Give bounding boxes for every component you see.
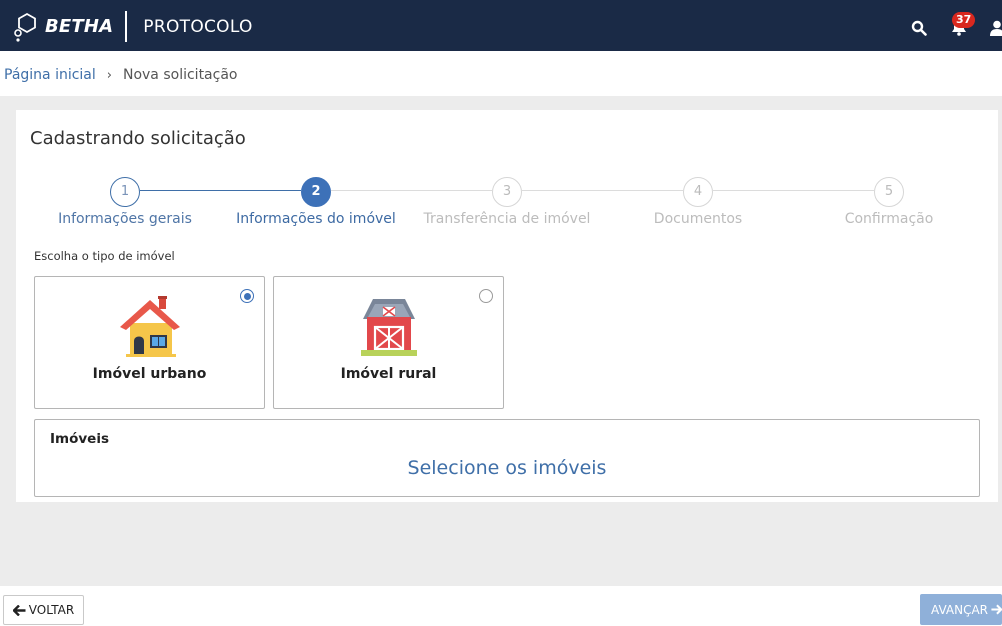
step-connector xyxy=(713,190,874,191)
barn-icon xyxy=(360,299,417,356)
step-5-label: Confirmação xyxy=(844,211,934,227)
step-2-label[interactable]: Informações do imóvel xyxy=(216,211,416,227)
rural-option-label: Imóvel rural xyxy=(340,366,437,382)
brand-name: BETHA xyxy=(45,16,114,37)
back-button[interactable]: VOLTAR xyxy=(3,595,84,625)
brand[interactable]: BETHA PROTOCOLO xyxy=(13,11,253,42)
breadcrumb-current: Nova solicitação xyxy=(122,67,238,83)
app-name: PROTOCOLO xyxy=(143,16,253,37)
page-title: Cadastrando solicitação xyxy=(30,128,246,149)
back-button-label: VOLTAR xyxy=(28,603,75,617)
next-button-label: AVANÇAR xyxy=(931,602,988,617)
next-button[interactable]: AVANÇAR xyxy=(920,594,1002,625)
select-properties-link[interactable]: Selecione os imóveis xyxy=(35,457,979,479)
footer-actions: VOLTAR AVANÇAR xyxy=(0,586,1002,626)
property-type-label: Escolha o tipo de imóvel xyxy=(34,249,175,263)
user-icon[interactable] xyxy=(990,20,1002,36)
step-5-circle: 5 xyxy=(874,177,904,207)
breadcrumb-bar: Página inicial › Nova solicitação xyxy=(0,51,1002,96)
wizard-stepper: 1 2 3 4 5 Informações gerais Informações… xyxy=(16,177,998,237)
step-3-label: Transferência de imóvel xyxy=(423,211,591,227)
step-2-circle[interactable]: 2 xyxy=(301,177,331,207)
urban-radio[interactable] xyxy=(240,289,254,303)
step-4-circle: 4 xyxy=(683,177,713,207)
urban-option-label: Imóvel urbano xyxy=(92,366,207,382)
step-4-label: Documentos xyxy=(653,211,743,227)
breadcrumb-separator-icon: › xyxy=(106,67,112,83)
arrow-right-icon xyxy=(991,604,1002,615)
notification-badge[interactable]: 37 xyxy=(952,12,976,28)
step-connector xyxy=(522,190,683,191)
properties-title: Imóveis xyxy=(50,431,109,447)
step-connector xyxy=(140,190,301,191)
arrow-left-icon xyxy=(12,604,26,616)
breadcrumb: Página inicial › Nova solicitação xyxy=(4,67,237,83)
house-icon xyxy=(119,296,180,357)
betha-logo-icon xyxy=(14,12,36,42)
brand-separator xyxy=(125,11,128,42)
step-1-circle[interactable]: 1 xyxy=(110,177,140,207)
search-icon[interactable] xyxy=(911,20,927,36)
step-3-circle: 3 xyxy=(492,177,522,207)
step-connector xyxy=(331,190,492,191)
property-type-urban-option[interactable]: Imóvel urbano xyxy=(34,276,265,409)
property-type-rural-option[interactable]: Imóvel rural xyxy=(273,276,504,409)
top-navigation-bar: BETHA PROTOCOLO 37 xyxy=(0,0,1002,51)
properties-section: Imóveis Selecione os imóveis xyxy=(34,419,980,497)
request-form-card: Cadastrando solicitação 1 2 3 4 5 Inform… xyxy=(16,110,998,502)
breadcrumb-home-link[interactable]: Página inicial xyxy=(4,67,96,83)
rural-radio[interactable] xyxy=(479,289,493,303)
step-1-label[interactable]: Informações gerais xyxy=(25,211,225,227)
